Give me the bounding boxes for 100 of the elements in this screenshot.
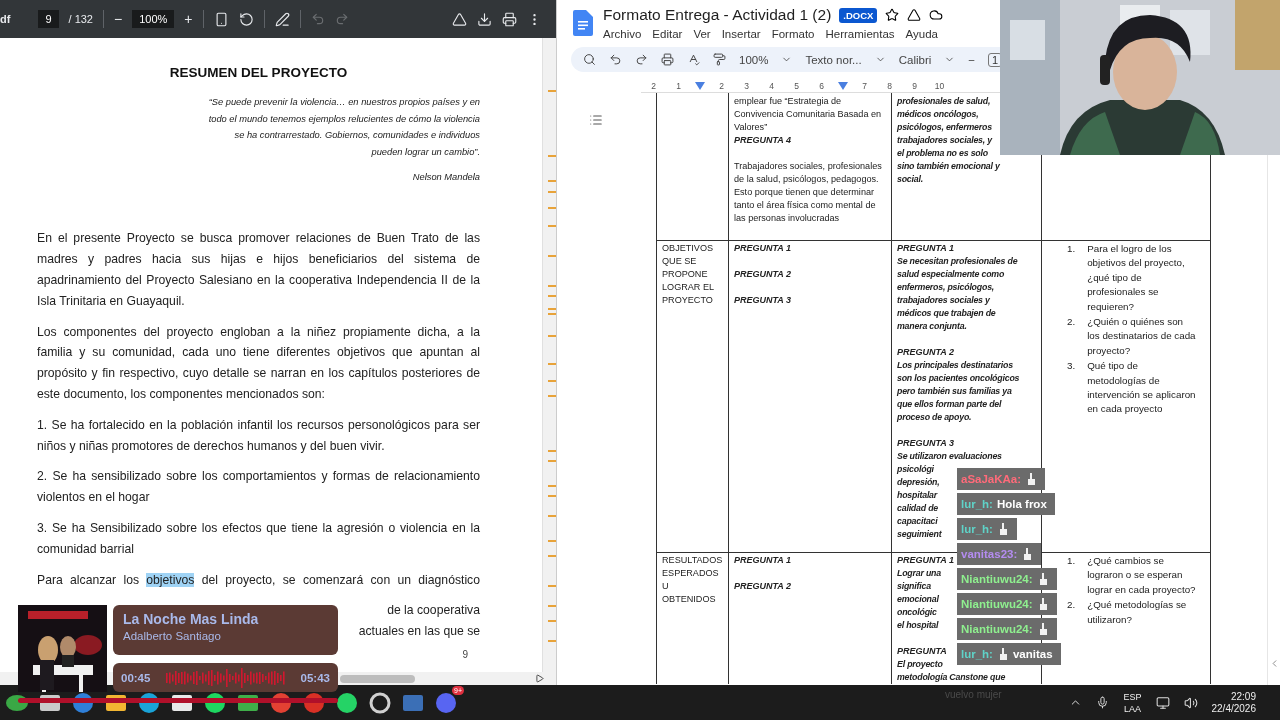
answer-text: El proyecto metodología Canstone que xyxy=(897,659,1006,684)
file-name: df xyxy=(0,13,11,25)
question-label: PREGUNTA 2 xyxy=(734,580,791,593)
ruler-number: 9 xyxy=(911,81,918,91)
network-icon[interactable] xyxy=(1155,695,1170,710)
cloud-icon[interactable] xyxy=(929,8,944,22)
page-title: RESUMEN DEL PROYECTO xyxy=(168,65,349,80)
ruler-number: 1 xyxy=(675,81,682,91)
indent-marker-icon[interactable] xyxy=(695,82,705,90)
document-title[interactable]: Formato Entrega - Actividad 1 (2) xyxy=(603,6,832,24)
rotate-icon[interactable] xyxy=(238,11,254,27)
star-icon[interactable] xyxy=(885,8,900,22)
list-number: 2. xyxy=(1067,598,1076,613)
body-paragraph: 2. Se ha sensibilizado sobre los comportamientos y formas de relacionamiento violentos en el hogar xyxy=(37,468,480,507)
ruler-number: 2 xyxy=(650,81,657,91)
list-text: ¿Qué cambios se lograron o se esperan lograr en cada proyecto? xyxy=(1087,554,1197,597)
language-label[interactable]: ESP xyxy=(1123,690,1142,703)
print-icon[interactable] xyxy=(661,53,674,66)
body-text: de la cooperativa xyxy=(387,602,480,620)
scroll-right-icon[interactable] xyxy=(535,674,544,683)
document-icon[interactable] xyxy=(573,10,593,36)
font-dropdown[interactable]: Calibri xyxy=(898,53,932,66)
body-text: actuales en las que se xyxy=(358,623,480,641)
clock-time[interactable]: 22:09 xyxy=(1230,690,1256,703)
ruler-number: 8 xyxy=(886,81,893,91)
page-total: / 132 xyxy=(68,13,93,25)
fit-page-icon[interactable] xyxy=(213,11,229,27)
question-label: PREGUNTA 4 xyxy=(734,134,791,147)
question-label: PREGUNTA 3 xyxy=(897,437,954,450)
body-paragraph: Para alcanzar los objetivos del proyecto, se comenzará con un diagnóstico xyxy=(37,571,480,589)
answer-text: Se utilizaron evaluaciones xyxy=(897,450,1002,463)
scrollbar-thumb[interactable] xyxy=(340,674,415,683)
cell-text: emplear fue “Estrategia de Convivencia Comunitaria Basada en Valores” xyxy=(734,95,883,134)
menu-item[interactable]: Herramientas xyxy=(825,28,895,40)
zoom-out-button[interactable]: − xyxy=(114,12,123,26)
download-icon[interactable] xyxy=(477,11,492,27)
paint-format-icon[interactable] xyxy=(713,53,726,66)
question-label: PREGUNTA 1 xyxy=(897,242,954,255)
answer-text: psicológi depresión, hospitalar calidad de capacitaci seguimient xyxy=(897,463,942,541)
menu-item[interactable]: Insertar xyxy=(721,28,761,40)
microphone-icon[interactable] xyxy=(1096,696,1110,709)
chat-text: vanitas xyxy=(1012,648,1053,660)
indent-marker-icon[interactable] xyxy=(838,82,848,90)
body-paragraph: 1. Se ha fortalecido en la población infantil los recursos personológicos para ser niños y niñas promotores de derechos humanos y del buen vivir. xyxy=(37,416,480,455)
ruler-number: 4 xyxy=(768,81,775,91)
clock-date[interactable]: 22/4/2026 xyxy=(1211,702,1256,715)
answer-text: Los principales destinatarios son los pacientes oncológicos pero también sus familias ya que ellos forman parte del proceso de apoyo. xyxy=(897,359,1020,424)
body-paragraph: 3. Se ha Sensibilizado sobre los efectos que tiene la agresión o violencia en la comunidad barrial xyxy=(37,519,480,558)
question-label: PREGUNTA 1 xyxy=(734,242,791,255)
ruler-number: 6 xyxy=(818,81,825,91)
zoom-in-button[interactable]: + xyxy=(184,12,193,26)
list-text: Para el logro de los objetivos del proyecto, ¿qué tipo de profesionales se requieren? xyxy=(1087,242,1186,314)
question-label: PREGUNTA 2 xyxy=(897,346,954,359)
question-label: PREGUNTA 1 xyxy=(734,554,791,567)
total-time: 05:43 xyxy=(300,671,330,684)
ruler-number: 2 xyxy=(718,81,725,91)
ruler-number: 3 xyxy=(743,81,750,91)
menu-item[interactable]: Ver xyxy=(693,28,711,40)
ruler-number: 10 xyxy=(933,81,946,91)
page-number-field[interactable]: 9 xyxy=(38,10,59,28)
chat-text: Hola frox xyxy=(996,498,1047,510)
volume-icon[interactable] xyxy=(1183,695,1198,710)
redo-icon[interactable] xyxy=(635,53,648,66)
zoom-field[interactable]: 100% xyxy=(132,10,175,28)
menu-item[interactable]: Formato xyxy=(771,28,815,40)
quote-author: Nelson Mandela xyxy=(411,172,480,183)
cell-text: Trabajadores sociales, profesionales de la salud, psicólogos, pedagogos. Esto porque tienen que determinar tanto el área física como mental de las personas involucradas xyxy=(734,160,883,225)
ruler-number: 5 xyxy=(793,81,800,91)
style-dropdown[interactable]: Texto nor... xyxy=(805,53,862,66)
elapsed-time: 00:45 xyxy=(121,671,151,684)
page-number: 9 xyxy=(462,649,468,660)
question-label: PREGUNTA 2 xyxy=(734,268,791,281)
undo-icon[interactable] xyxy=(609,53,622,66)
list-text: ¿Quién o quiénes son los destinatarios de cada proyecto? xyxy=(1087,315,1197,358)
chat-username: Niantiuwu24: xyxy=(961,573,1033,585)
chat-username: vanitas23: xyxy=(961,548,1018,560)
zoom-dropdown[interactable]: 100% xyxy=(739,53,769,66)
chat-username: lur_h: xyxy=(961,523,993,535)
menu-item[interactable]: Editar xyxy=(652,28,683,40)
body-paragraph: En el presente Proyecto se busca promover relaciones de Buen Trato de las madres y padres hacia sus hijas e hijos beneficiarios del sistema de apadrinamiento del Proyecto Salesiano en la cooperativa Independencia II de la Isla Trinitaria en Guayaquil. xyxy=(37,230,480,310)
list-number: 2. xyxy=(1067,315,1076,330)
menu-item[interactable]: Ayuda xyxy=(905,28,938,40)
file-type-badge: .DOCX xyxy=(839,7,878,23)
list-text: ¿Qué metodologías se utilizaron? xyxy=(1087,598,1188,627)
decrease-size-button[interactable]: − xyxy=(968,53,975,66)
chat-username: lur_h: xyxy=(961,648,993,660)
track-artist: Adalberto Santiago xyxy=(123,630,222,642)
answer-text: profesionales de salud, médicos oncólogos, psicólogos, enfermeros trabajadores sociales, y el problema no es solo sino también emocional y social. xyxy=(897,95,1000,186)
list-number: 3. xyxy=(1067,359,1076,374)
chat-username: aSaJaKAa: xyxy=(961,473,1022,485)
spellcheck-icon[interactable] xyxy=(687,53,700,66)
track-title: La Noche Mas Linda xyxy=(123,611,260,627)
menu-item[interactable]: Archivo xyxy=(603,28,642,40)
print-icon[interactable] xyxy=(502,11,517,27)
draw-icon[interactable] xyxy=(274,11,290,27)
layout-label[interactable]: LAA xyxy=(1124,702,1141,715)
answer-text: Lograr una significa emocional oncológic el hospital xyxy=(897,567,941,632)
answer-text: Se necesitan profesionales de salud especialmente como enfermeros, psicólogos, trabajadores sociales y médicos que trabajen de manera conjunta. xyxy=(897,255,1018,333)
cell-text: RESULTADOS ESPERADOS U OBTENIDOS xyxy=(662,554,724,606)
search-icon[interactable] xyxy=(583,53,596,66)
